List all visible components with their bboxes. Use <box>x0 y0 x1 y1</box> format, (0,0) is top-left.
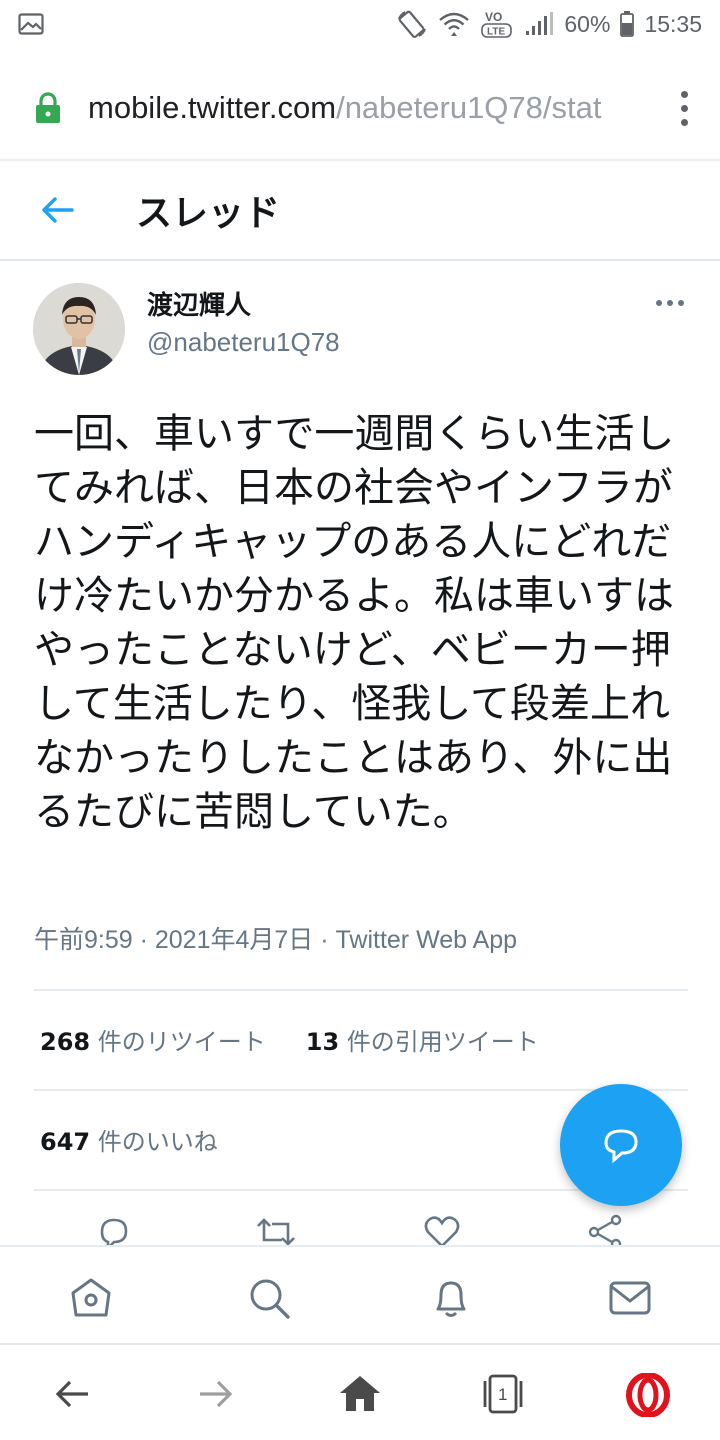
svg-text:LTE: LTE <box>487 27 505 38</box>
rotate-icon <box>398 10 427 38</box>
quotes-label: 件の引用ツイート <box>339 1028 539 1056</box>
retweet-icon[interactable] <box>254 1212 298 1246</box>
browser-back-icon[interactable] <box>52 1373 94 1415</box>
url-text[interactable]: mobile.twitter.com/nabeteru1Q78/stat <box>88 90 634 126</box>
tweet-text: 一回、車いすで一週間くらい生活してみれば、日本の社会やインフラがハンディキャップ… <box>34 411 675 835</box>
quotes-count: 13 <box>305 1028 340 1056</box>
back-arrow-icon[interactable] <box>40 196 74 224</box>
likes-count: 647 <box>40 1128 91 1156</box>
tweet-actions <box>0 1212 720 1246</box>
divider <box>0 259 720 261</box>
notifications-icon[interactable] <box>428 1275 474 1321</box>
quotes-stat[interactable]: 13 件の引用ツイート <box>306 1022 539 1057</box>
battery-icon <box>620 11 635 37</box>
battery-percent: 60% <box>564 10 611 37</box>
compose-icon <box>604 1129 638 1164</box>
page-title: スレッド <box>136 193 281 234</box>
signal-icon <box>526 12 554 35</box>
likes-stats: 647 件のいいね <box>40 1122 218 1157</box>
likes-label: 件のいいね <box>90 1128 218 1156</box>
browser-forward-icon[interactable] <box>194 1373 236 1415</box>
tab-count: 1 <box>498 1385 507 1404</box>
url-path: /nabeteru1Q78/stat <box>336 90 602 125</box>
more-icon[interactable] <box>656 300 684 306</box>
engagement-stats: 268 件のリツイート 13 件の引用ツイート <box>40 1022 539 1057</box>
opera-icon[interactable] <box>626 1373 670 1417</box>
thread-header: スレッド <box>0 161 720 259</box>
svg-text:VO: VO <box>485 10 502 24</box>
retweets-count: 268 <box>40 1028 91 1056</box>
url-domain: mobile.twitter.com <box>88 90 337 125</box>
volte-icon: VO LTE <box>481 10 513 38</box>
display-name[interactable]: 渡辺輝人 <box>147 285 251 322</box>
browser-home-icon[interactable] <box>338 1373 382 1415</box>
wifi-icon <box>439 12 470 36</box>
app-bottom-nav <box>0 1245 720 1345</box>
address-bar[interactable]: mobile.twitter.com/nabeteru1Q78/stat <box>0 60 720 156</box>
divider <box>34 989 688 991</box>
tabs-icon[interactable]: 1 <box>478 1373 528 1415</box>
status-bar: VO LTE 60% 15:35 <box>0 0 720 48</box>
retweets-stat[interactable]: 268 件のリツイート <box>40 1022 266 1057</box>
search-icon[interactable] <box>246 1275 292 1321</box>
likes-stat[interactable]: 647 件のいいね <box>40 1122 218 1157</box>
reply-icon[interactable] <box>94 1212 134 1246</box>
image-icon <box>18 13 44 35</box>
retweets-label: 件のリツイート <box>90 1028 266 1056</box>
compose-button[interactable] <box>560 1084 682 1206</box>
avatar[interactable] <box>33 283 125 375</box>
like-icon[interactable] <box>422 1212 462 1246</box>
home-icon[interactable] <box>68 1275 114 1321</box>
lock-icon <box>36 92 60 123</box>
messages-icon[interactable] <box>607 1275 653 1321</box>
clock: 15:35 <box>644 10 702 37</box>
browser-bottom-nav: 1 <box>0 1343 720 1440</box>
user-handle[interactable]: @nabeteru1Q78 <box>147 327 340 358</box>
kebab-menu-icon[interactable] <box>672 90 696 126</box>
divider <box>34 1089 688 1091</box>
tweet-meta: 午前9:59 · 2021年4月7日 · Twitter Web App <box>34 926 518 954</box>
share-icon[interactable] <box>586 1212 626 1246</box>
